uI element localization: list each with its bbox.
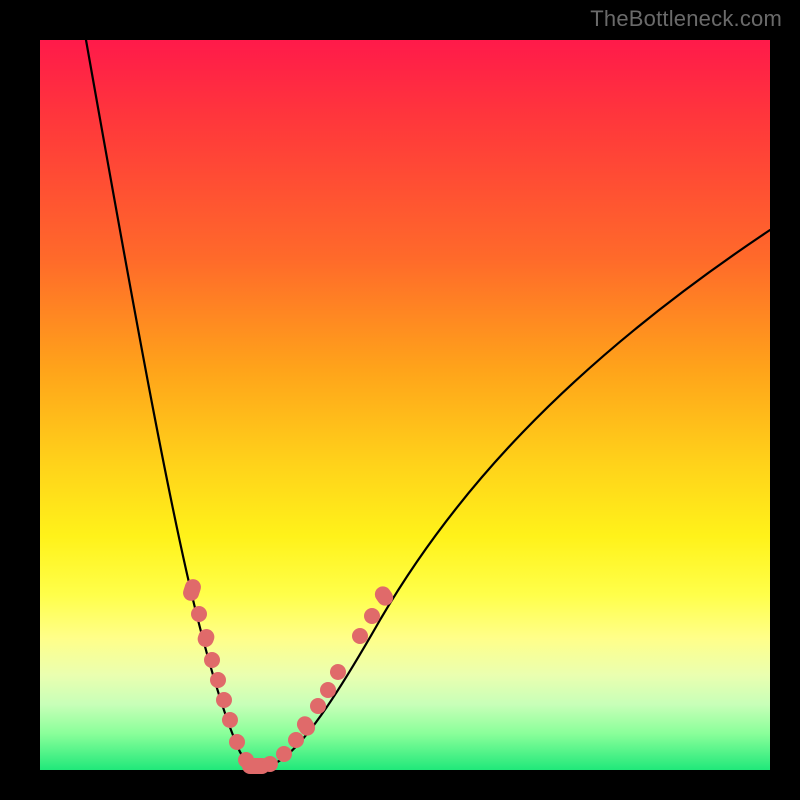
marker-dot — [210, 672, 226, 688]
chart-frame: TheBottleneck.com — [0, 0, 800, 800]
marker-dot — [204, 652, 220, 668]
marker-dot — [288, 732, 304, 748]
plot-area — [40, 40, 770, 770]
marker-dot — [310, 698, 326, 714]
markers-group — [181, 577, 396, 774]
marker-dot — [352, 628, 368, 644]
marker-dot — [262, 756, 278, 772]
chart-svg — [40, 40, 770, 770]
marker-dot — [229, 734, 245, 750]
marker-pill — [195, 627, 216, 649]
watermark-text: TheBottleneck.com — [590, 6, 782, 32]
marker-pill — [181, 577, 203, 603]
marker-dot — [364, 608, 380, 624]
marker-dot — [216, 692, 232, 708]
marker-dot — [320, 682, 336, 698]
marker-dot — [276, 746, 292, 762]
marker-pill — [219, 709, 240, 730]
marker-dot — [191, 606, 207, 622]
marker-pill — [372, 583, 396, 609]
curve-left-branch — [86, 40, 256, 769]
